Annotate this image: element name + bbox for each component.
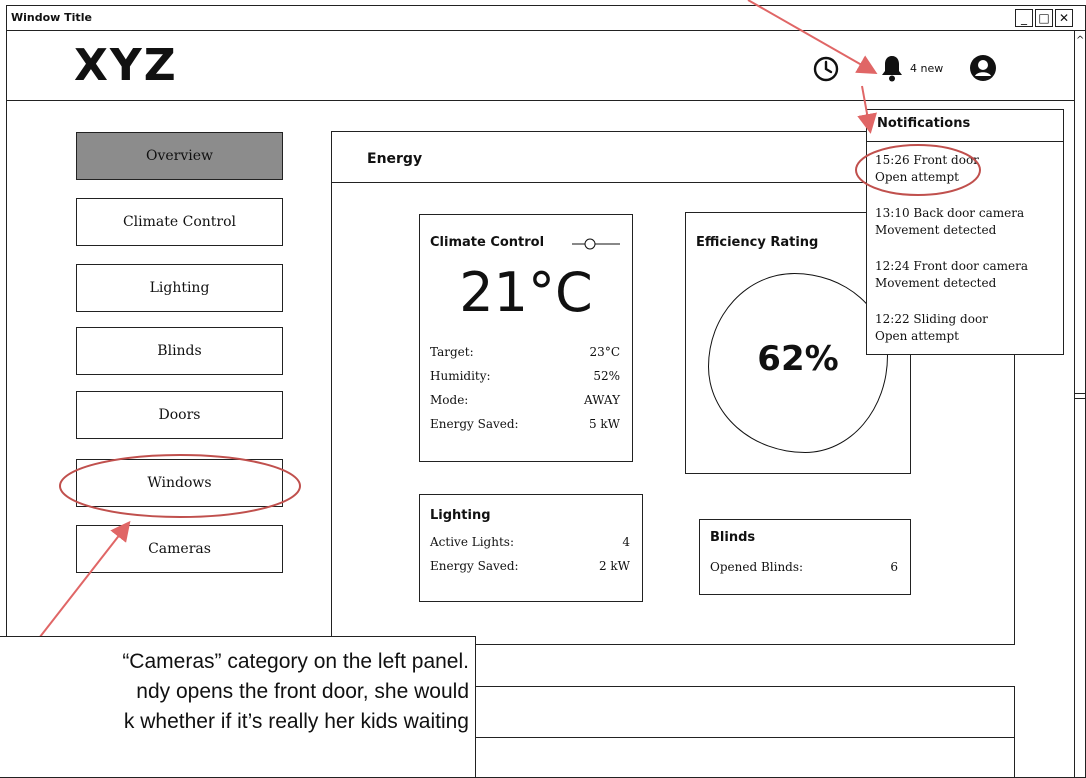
- annotation-callout: “Cameras” category on the left panel. nd…: [0, 636, 476, 778]
- windows-highlight: [59, 454, 301, 518]
- windows-arrow: [35, 520, 131, 643]
- dropdown-arrow: [857, 85, 877, 134]
- bell-arrow: [747, 0, 878, 74]
- notification-highlight: [855, 144, 981, 196]
